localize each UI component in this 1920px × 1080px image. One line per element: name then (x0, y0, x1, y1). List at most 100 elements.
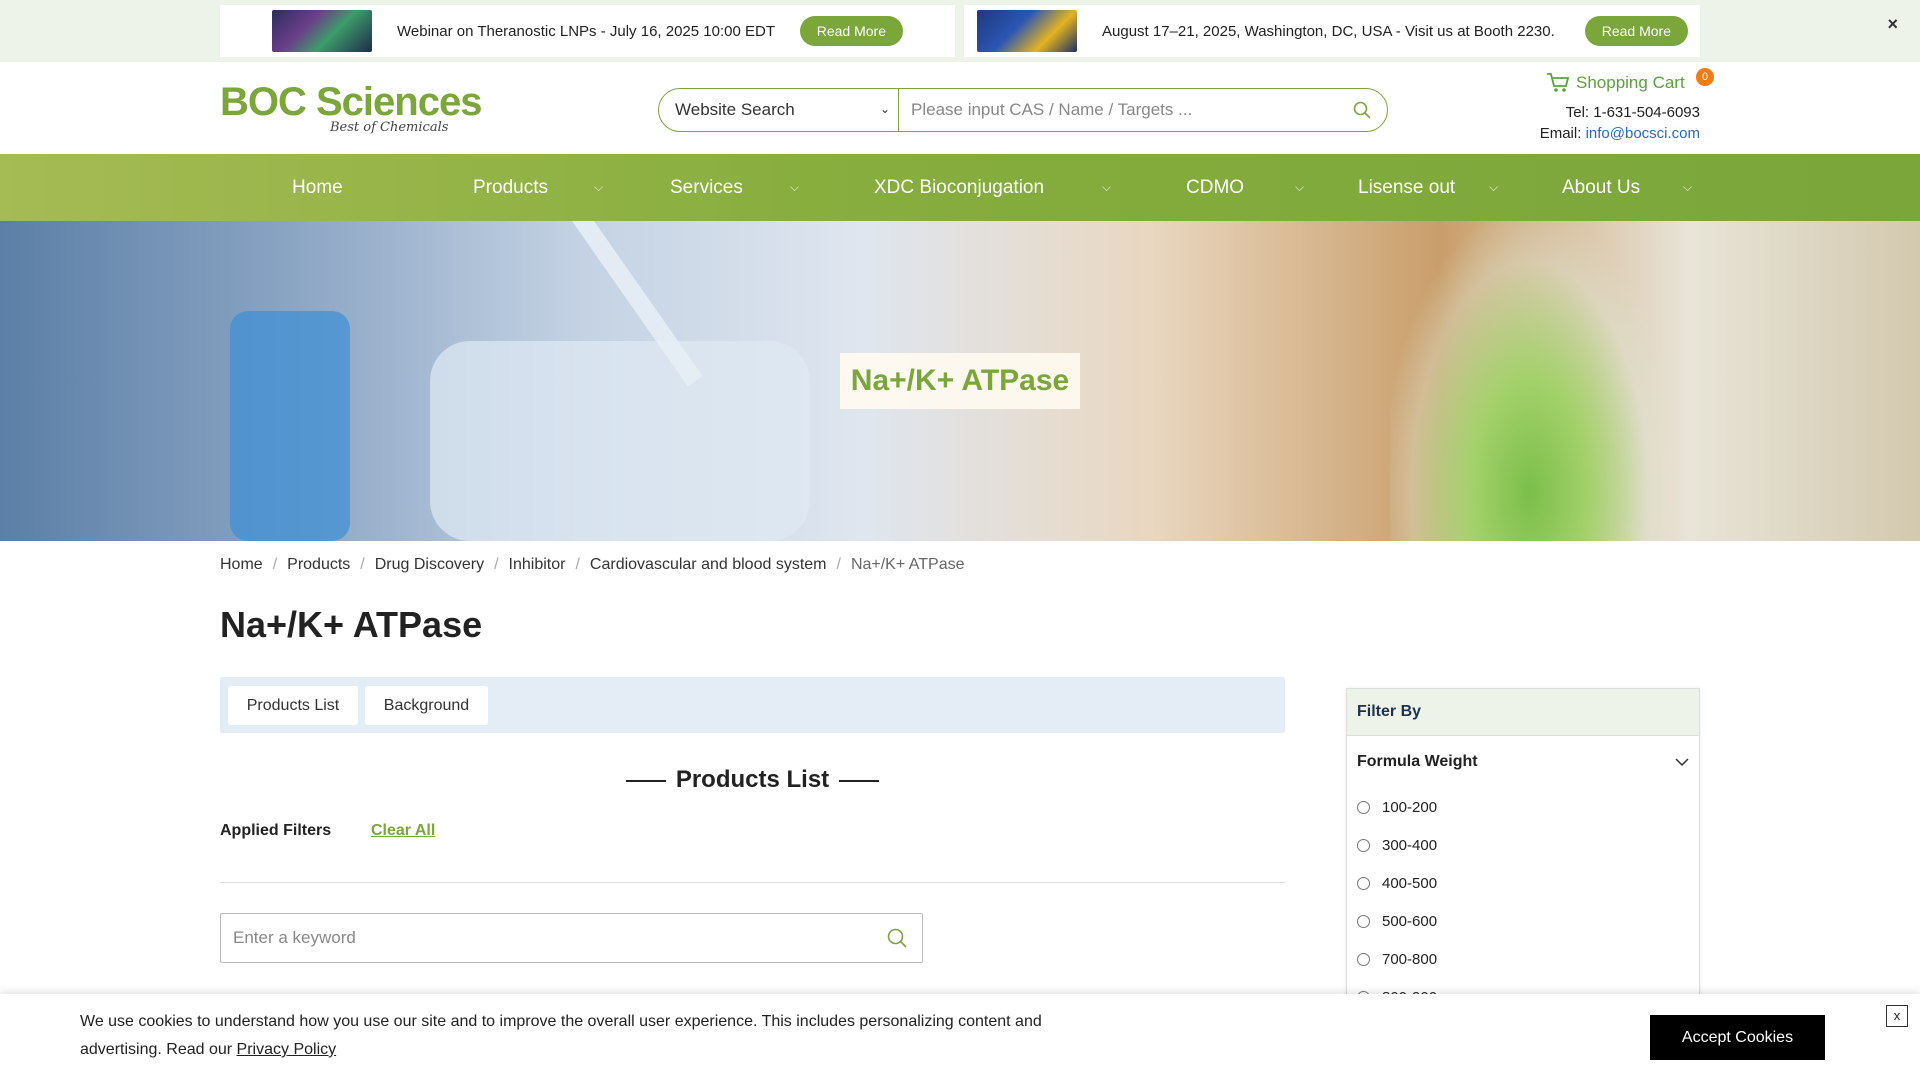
cookie-message: We use cookies to understand how you use… (80, 1008, 1080, 1064)
breadcrumb-inhibitor[interactable]: Inhibitor (509, 556, 566, 574)
formula-weight-label: Formula Weight (1357, 753, 1478, 770)
acs-fall-thumbnail[interactable] (977, 10, 1077, 52)
keyword-input[interactable] (221, 928, 872, 948)
chevron-down-icon: ⌵ (1489, 180, 1499, 194)
read-more-button-webinar[interactable]: Read More (799, 16, 903, 46)
main-nav: Home Products ⌵ Services ⌵ XDC Bioconjugat… (0, 154, 1920, 221)
hero-banner: Na+/K+ ATPase (0, 221, 1920, 541)
email-line: Email: info@bocsci.com (1540, 123, 1700, 144)
chevron-down-icon: ⌄ (879, 102, 890, 116)
filter-option[interactable]: 300-400 (1347, 826, 1699, 864)
nav-label: Products (473, 176, 548, 198)
search-scope-label: Website Search (675, 100, 795, 119)
clear-all-link[interactable]: Clear All (371, 822, 435, 840)
cart-icon (1547, 73, 1570, 92)
email-label: Email: (1539, 125, 1582, 142)
accept-cookies-button[interactable]: Accept Cookies (1650, 1015, 1825, 1060)
divider (220, 882, 1285, 883)
nav-item-about-us[interactable]: About Us ⌵ (1562, 154, 1692, 221)
nav-label: CDMO (1186, 176, 1245, 198)
hero-flask-image (1390, 221, 1670, 541)
promo-acs-text: August 17–21, 2025, Washington, DC, USA … (1102, 22, 1555, 40)
filter-option-label: 300-400 (1382, 836, 1438, 854)
promo-webinar-text: Webinar on Theranostic LNPs - July 16, 2… (397, 22, 775, 40)
heading-rule-right (839, 779, 880, 782)
breadcrumb-current: Na+/K+ ATPase (850, 556, 965, 573)
hero-glass-vials-image (430, 341, 810, 541)
nav-item-cdmo[interactable]: CDMO ⌵ (1186, 154, 1304, 221)
nav-item-products[interactable]: Products ⌵ (473, 154, 603, 221)
nav-label: XDC Bioconjugation (874, 176, 1045, 198)
filter-option-label: 400-500 (1382, 874, 1438, 892)
content-tabs: Products List Background (220, 677, 1285, 733)
chevron-down-icon: ⌵ (790, 180, 800, 194)
breadcrumb-separator: / (360, 556, 365, 573)
cookie-text: We use cookies to understand how you use… (80, 1013, 1042, 1058)
nav-item-lisense-out[interactable]: Lisense out ⌵ (1358, 154, 1498, 221)
filter-option[interactable]: 500-600 (1347, 902, 1699, 940)
chevron-down-icon: ⌵ (1683, 180, 1693, 194)
filter-header: Filter By (1347, 689, 1699, 736)
nav-label: Services (670, 176, 743, 198)
promo-acs: August 17–21, 2025, Washington, DC, USA … (964, 5, 1700, 57)
breadcrumb: Home / Products / Drug Discovery / Inhibito… (220, 556, 964, 574)
shopping-cart-link[interactable]: Shopping Cart 0 (1546, 68, 1714, 94)
filter-option[interactable]: 700-800 (1347, 940, 1699, 978)
search-input[interactable] (899, 100, 1337, 120)
page-title: Na+/K+ ATPase (220, 604, 483, 645)
read-more-button-acs[interactable]: Read More (1584, 16, 1688, 46)
cookie-close-icon[interactable]: x (1886, 1005, 1908, 1027)
site-header: BOC Sciences Best of Chemicals Website S… (0, 62, 1920, 154)
filter-radio[interactable] (1357, 914, 1370, 928)
filter-radio[interactable] (1357, 800, 1370, 814)
filter-option-label: 700-800 (1382, 950, 1438, 968)
filter-radio[interactable] (1357, 952, 1370, 966)
search-button[interactable] (1337, 89, 1387, 131)
privacy-policy-link[interactable]: Privacy Policy (237, 1041, 337, 1058)
breadcrumb-products[interactable]: Products (287, 556, 350, 574)
nav-item-xdc-bioconjugation[interactable]: XDC Bioconjugation ⌵ (874, 154, 1111, 221)
logo-wordmark: BOC Sciences (220, 80, 482, 124)
products-list-heading: Products List (220, 766, 1285, 794)
tel-text: Tel: 1-631-504-6093 (1565, 104, 1700, 121)
filter-option[interactable]: 100-200 (1347, 788, 1699, 826)
chevron-down-icon: ⌵ (1102, 180, 1112, 194)
webinar-thumbnail[interactable] (272, 10, 372, 52)
nav-item-services[interactable]: Services ⌵ (670, 154, 799, 221)
logo[interactable]: BOC Sciences Best of Chemicals (220, 80, 482, 135)
filter-radio[interactable] (1357, 838, 1370, 852)
chevron-down-icon (1675, 758, 1689, 767)
filter-option-label: 100-200 (1382, 798, 1438, 816)
keyword-search (220, 913, 923, 963)
promo-webinar: Webinar on Theranostic LNPs - July 16, 2… (220, 5, 955, 57)
tab-products-list[interactable]: Products List (228, 686, 358, 725)
breadcrumb-separator: / (575, 556, 580, 573)
breadcrumb-drug-discovery[interactable]: Drug Discovery (375, 556, 484, 574)
chevron-down-icon: ⌵ (1295, 180, 1305, 194)
formula-weight-toggle[interactable]: Formula Weight (1347, 736, 1699, 788)
nav-label: Home (292, 176, 343, 198)
filter-option[interactable]: 400-500 (1347, 864, 1699, 902)
nav-item-home[interactable]: Home (292, 154, 343, 221)
keyword-search-button[interactable] (872, 927, 922, 949)
cart-label: Shopping Cart (1576, 73, 1685, 92)
cart-count-badge: 0 (1696, 68, 1714, 86)
search-icon (1353, 101, 1371, 119)
breadcrumb-cardiovascular[interactable]: Cardiovascular and blood system (590, 556, 827, 574)
nav-label: About Us (1562, 176, 1641, 198)
nav-label: Lisense out (1358, 176, 1456, 198)
products-list-title: Products List (675, 766, 830, 793)
hero-blue-tubes-image (230, 311, 350, 541)
site-search: Website Search ⌄ (658, 88, 1388, 132)
search-scope-select[interactable]: Website Search ⌄ (659, 89, 899, 131)
promo-close-icon[interactable]: × (1887, 14, 1898, 35)
hero-title-box: Na+/K+ ATPase (840, 353, 1080, 409)
breadcrumb-separator: / (836, 556, 841, 573)
breadcrumb-home[interactable]: Home (220, 556, 263, 574)
email-link[interactable]: info@bocsci.com (1586, 125, 1700, 142)
cookie-banner: We use cookies to understand how you use… (0, 994, 1920, 1080)
filter-radio[interactable] (1357, 876, 1370, 890)
filter-option-label: 500-600 (1382, 912, 1438, 930)
tab-background[interactable]: Background (365, 686, 488, 725)
contact-info: Tel: 1-631-504-6093 Email: info@bocsci.c… (1540, 102, 1700, 144)
